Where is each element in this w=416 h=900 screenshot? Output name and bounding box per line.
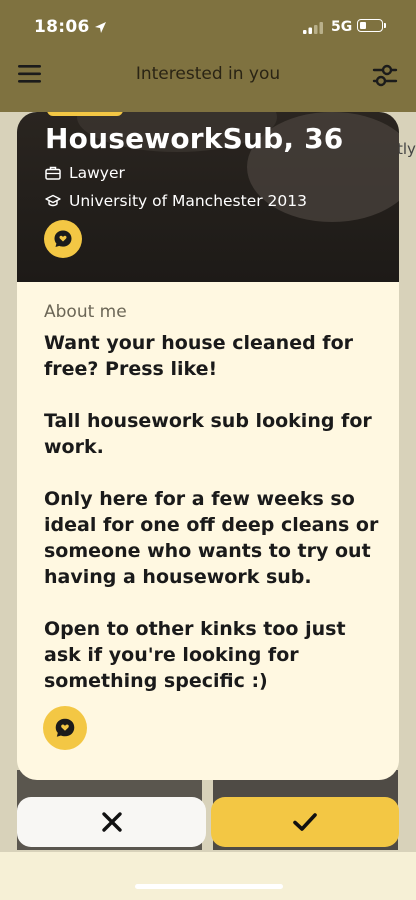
education-label: University of Manchester 2013 (69, 192, 307, 210)
adjacent-card-text: tly (397, 140, 416, 158)
briefcase-icon (45, 166, 61, 180)
checkmark-icon (293, 813, 317, 831)
profile-bio: Want your house cleaned for free? Press … (44, 330, 384, 720)
graduation-cap-icon (45, 194, 61, 207)
network-type: 5G (331, 19, 353, 35)
status-bar: 18:06 5G (0, 0, 416, 54)
profile-education: University of Manchester 2013 (45, 192, 307, 210)
status-badge (47, 112, 123, 116)
status-time: 18:06 (34, 17, 107, 37)
about-me-label: About me (44, 302, 127, 322)
header-area: 18:06 5G Interested in you (0, 0, 416, 112)
compliment-button[interactable] (44, 220, 82, 258)
profile-job: Lawyer (45, 164, 125, 182)
profile-card: HouseworkSub, 36 Lawyer University of Ma… (17, 112, 399, 780)
battery-icon (357, 19, 386, 32)
x-icon (101, 812, 122, 832)
pass-button[interactable] (17, 797, 206, 847)
navbar: Interested in you (0, 54, 416, 100)
bio-paragraph: Tall housework sub looking for work. (44, 410, 372, 458)
bio-paragraph: Want your house cleaned for free? Press … (44, 332, 353, 380)
page-title: Interested in you (135, 64, 281, 84)
filter-sliders-icon[interactable] (371, 61, 399, 89)
job-label: Lawyer (69, 164, 125, 182)
location-arrow-icon (94, 22, 106, 33)
profile-name-age: HouseworkSub, 36 (45, 122, 344, 155)
chat-heart-icon (54, 230, 72, 247)
bio-paragraph: Only here for a few weeks so ideal for o… (44, 488, 379, 588)
home-indicator[interactable] (135, 884, 283, 889)
chat-heart-icon (55, 718, 75, 737)
compliment-button[interactable] (43, 706, 87, 750)
like-button[interactable] (211, 797, 399, 847)
bio-paragraph: Open to other kinks too just ask if you'… (44, 618, 346, 692)
profile-photo: HouseworkSub, 36 Lawyer University of Ma… (17, 112, 399, 282)
signal-icon (303, 22, 323, 34)
